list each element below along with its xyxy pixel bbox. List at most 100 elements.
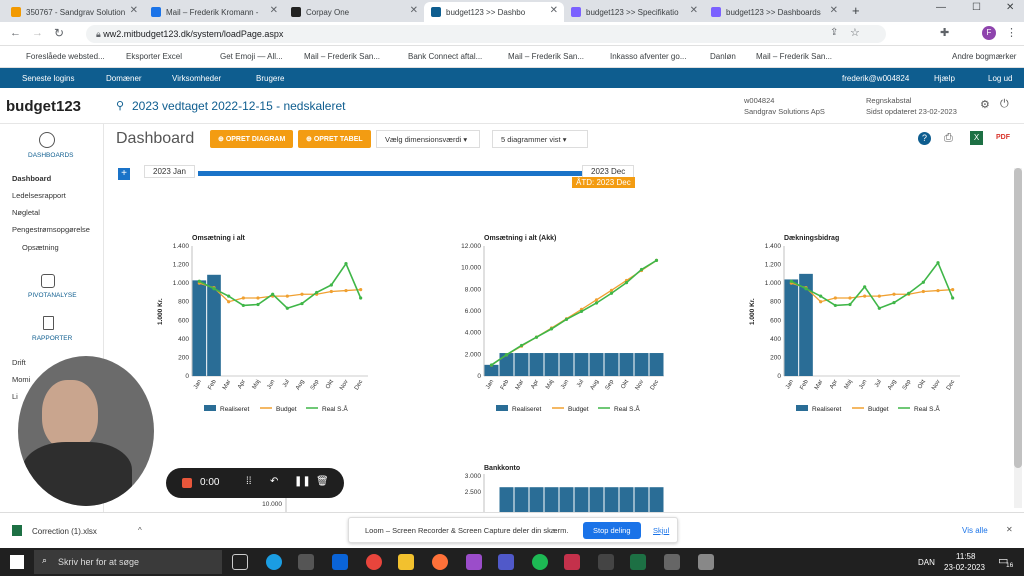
app-icon[interactable]	[466, 554, 482, 570]
nav-companies[interactable]: Virksomheder	[172, 74, 221, 83]
browser-tab[interactable]: budget123 >> Specifikatio ✕	[564, 2, 704, 22]
reports-icon[interactable]	[43, 316, 54, 330]
chrome-icon[interactable]	[366, 554, 382, 570]
trash-icon[interactable]: 🗑︎	[316, 476, 329, 487]
explorer-icon[interactable]	[398, 554, 414, 570]
reload-icon[interactable]: ↻	[54, 26, 64, 40]
sidebar-item-management-report[interactable]: Ledelsesrapport	[12, 191, 66, 200]
settings-icon[interactable]: ⚙	[980, 98, 990, 111]
print-icon[interactable]: ⎙	[944, 132, 953, 145]
other-bookmarks[interactable]: Andre bogmærker	[952, 52, 1016, 61]
record-stop-icon[interactable]	[182, 478, 192, 488]
bookmark-star-icon[interactable]: ☆	[850, 26, 860, 39]
download-file[interactable]: Correction (1).xlsx	[32, 527, 97, 536]
scrollbar-thumb[interactable]	[1014, 168, 1022, 468]
mail-icon[interactable]	[332, 554, 348, 570]
calculator-icon[interactable]	[598, 554, 614, 570]
share-nodes-icon[interactable]: ⚲	[116, 99, 124, 112]
bookmark-item[interactable]: Eksporter Excel	[126, 52, 182, 61]
bookmark-item[interactable]: Danløn	[710, 52, 736, 61]
sidebar-item-operations[interactable]: Drift	[12, 358, 26, 367]
section-pivot[interactable]: PIVOTANALYSE	[28, 292, 77, 299]
windows-start-icon[interactable]	[10, 555, 24, 569]
bookmark-item[interactable]: Mail – Frederik San...	[304, 52, 380, 61]
power-icon[interactable]: ⏻	[1000, 98, 1009, 111]
grid-icon[interactable]: ⁞⁞	[246, 476, 252, 487]
input-language[interactable]: DAN	[918, 558, 935, 567]
bookmark-item[interactable]: Get Emoji — All...	[220, 52, 283, 61]
webcam-bubble[interactable]	[18, 356, 154, 506]
diagrams-dropdown[interactable]: 5 diagrammer vist ▾	[492, 130, 588, 148]
bookmark-item[interactable]: Inkasso afventer go...	[610, 52, 687, 61]
hide-link[interactable]: Skjul	[653, 526, 669, 535]
create-chart-button[interactable]: ⊕ OPRET DIAGRAM	[210, 130, 294, 148]
help-icon[interactable]: ?	[918, 132, 931, 145]
bookmark-item[interactable]: Mail – Frederik San...	[508, 52, 584, 61]
browser-tab-active[interactable]: budget123 >> Dashbo ✕	[424, 2, 564, 22]
sidebar-item-cashflow[interactable]: Pengestrømsopgørelse	[12, 225, 90, 234]
teams-icon[interactable]	[498, 554, 514, 570]
browser-tab[interactable]: 350767 - Sandgrav Solution ✕	[4, 2, 144, 22]
bookmark-item[interactable]: Foreslåede websted...	[26, 52, 105, 61]
nav-users[interactable]: Brugere	[256, 74, 284, 83]
dimension-dropdown[interactable]: Vælg dimensionsværdi ▾	[376, 130, 480, 148]
download-caret-icon[interactable]: ^	[138, 526, 142, 535]
browser-tab[interactable]: Corpay One ✕	[284, 2, 424, 22]
close-tab-icon[interactable]: ✕	[830, 5, 838, 16]
nav-logout[interactable]: Log ud	[988, 74, 1012, 83]
firefox-icon[interactable]	[432, 554, 448, 570]
clock-date[interactable]: 23-02-2023	[944, 563, 985, 572]
task-view-icon[interactable]	[232, 554, 248, 570]
minimize-icon[interactable]: —	[936, 2, 946, 13]
spotify-icon[interactable]	[532, 554, 548, 570]
sidebar-item-key-figures[interactable]: Nøgletal	[12, 208, 40, 217]
settings-taskbar-icon[interactable]	[664, 554, 680, 570]
profile-avatar[interactable]: F	[982, 26, 996, 40]
back-icon[interactable]: ←	[10, 27, 21, 39]
sidebar-item-li[interactable]: Li	[12, 392, 18, 401]
nav-user[interactable]: frederik@w004824	[842, 74, 909, 83]
new-tab-icon[interactable]: +	[852, 3, 860, 18]
browser-menu-icon[interactable]: ⋮	[1006, 26, 1017, 39]
show-all-button[interactable]: Vis alle	[962, 526, 988, 535]
edge-icon[interactable]	[266, 554, 282, 570]
bookmark-item[interactable]: Mail – Frederik San...	[756, 52, 832, 61]
close-window-icon[interactable]: ✕	[1006, 2, 1014, 13]
expand-button[interactable]: +	[118, 168, 130, 180]
sidebar-item-vat[interactable]: Momi	[12, 375, 30, 384]
pdf-icon[interactable]: PDF	[996, 134, 1010, 141]
browser-tab[interactable]: Mail – Frederik Kromann - ✕	[144, 2, 284, 22]
browser-tab[interactable]: budget123 >> Dashboards ✕	[704, 2, 844, 22]
nav-domains[interactable]: Domæner	[106, 74, 142, 83]
section-reports[interactable]: RAPPORTER	[32, 335, 72, 342]
close-tab-icon[interactable]: ✕	[270, 5, 278, 16]
scrollbar[interactable]	[1014, 168, 1022, 508]
excel-taskbar-icon[interactable]	[630, 554, 646, 570]
section-dashboards[interactable]: DASHBOARDS	[28, 152, 74, 159]
pivot-icon[interactable]	[41, 274, 55, 288]
period-slider[interactable]	[198, 171, 582, 176]
nav-help[interactable]: Hjælp	[934, 74, 955, 83]
bookmark-item[interactable]: Bank Connect aftal...	[408, 52, 482, 61]
nav-recent-logins[interactable]: Seneste logins	[22, 74, 74, 83]
share-icon[interactable]: ⇪	[830, 27, 838, 38]
close-tab-icon[interactable]: ✕	[690, 5, 698, 16]
taskbar-search[interactable]: ⌕ Skriv her for at søge	[34, 550, 222, 574]
clock-time[interactable]: 11:58	[956, 552, 975, 561]
store-icon[interactable]	[298, 554, 314, 570]
create-table-button[interactable]: ⊕ OPRET TABEL	[298, 130, 371, 148]
sidebar-item-setup[interactable]: Opsætning	[22, 243, 59, 252]
close-tab-icon[interactable]: ✕	[550, 5, 558, 16]
close-tab-icon[interactable]: ✕	[130, 5, 138, 16]
undo-icon[interactable]: ↶	[270, 476, 278, 487]
dashboards-icon[interactable]	[39, 132, 55, 148]
sidebar-item-dashboard[interactable]: Dashboard	[12, 174, 51, 183]
app-icon[interactable]	[564, 554, 580, 570]
maximize-icon[interactable]: ☐	[972, 2, 981, 13]
app-icon[interactable]	[698, 554, 714, 570]
stop-sharing-button[interactable]: Stop deling	[583, 522, 641, 539]
extension-icon[interactable]: ✚	[940, 26, 949, 39]
pause-icon[interactable]: ❚❚	[294, 476, 311, 487]
forward-icon[interactable]: →	[32, 27, 43, 39]
close-tab-icon[interactable]: ✕	[410, 5, 418, 16]
